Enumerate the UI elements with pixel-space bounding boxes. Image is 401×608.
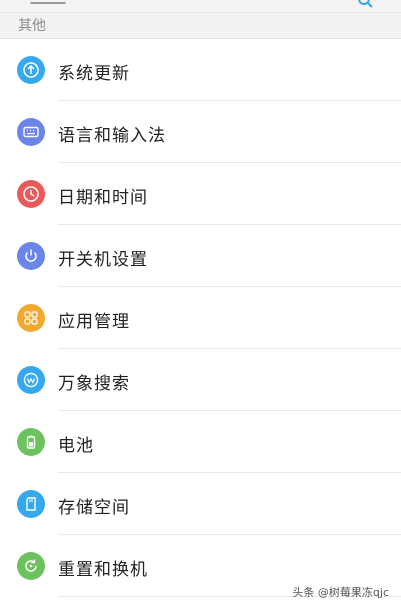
top-search-bar[interactable] bbox=[0, 0, 401, 13]
section-header-other: 其他 bbox=[0, 13, 401, 39]
settings-item-power-schedule[interactable]: 开关机设置 bbox=[0, 225, 401, 287]
settings-list: 系统更新 语言和输入法 日期和时间 开关机设置 应用管理 万象搜索 电池 存储空… bbox=[0, 39, 401, 597]
settings-item-label: 开关机设置 bbox=[58, 250, 148, 270]
settings-item-app-management[interactable]: 应用管理 bbox=[0, 287, 401, 349]
settings-item-global-search[interactable]: 万象搜索 bbox=[0, 349, 401, 411]
settings-item-label: 日期和时间 bbox=[58, 188, 148, 208]
reset-icon bbox=[17, 552, 45, 580]
settings-item-label: 应用管理 bbox=[58, 312, 130, 332]
watermark: 头条 @树莓果冻qjc bbox=[292, 586, 389, 599]
search-icon[interactable] bbox=[357, 0, 373, 8]
update-arrow-icon bbox=[17, 56, 45, 84]
clock-icon bbox=[17, 180, 45, 208]
settings-item-label: 万象搜索 bbox=[58, 374, 130, 394]
battery-icon bbox=[17, 428, 45, 456]
settings-item-label: 存储空间 bbox=[58, 498, 130, 518]
settings-item-storage[interactable]: 存储空间 bbox=[0, 473, 401, 535]
grid-icon bbox=[17, 304, 45, 332]
globe-search-icon bbox=[17, 366, 45, 394]
settings-item-label: 重置和换机 bbox=[58, 560, 148, 580]
settings-item-label: 电池 bbox=[58, 436, 94, 456]
power-icon bbox=[17, 242, 45, 270]
settings-item-label: 语言和输入法 bbox=[58, 126, 166, 146]
settings-item-date-time[interactable]: 日期和时间 bbox=[0, 163, 401, 225]
settings-item-system-update[interactable]: 系统更新 bbox=[0, 39, 401, 101]
settings-item-label: 系统更新 bbox=[58, 64, 130, 84]
section-title: 其他 bbox=[18, 18, 46, 34]
search-bar-text bbox=[30, 0, 66, 4]
settings-item-battery[interactable]: 电池 bbox=[0, 411, 401, 473]
sd-card-icon bbox=[17, 490, 45, 518]
keyboard-icon bbox=[17, 118, 45, 146]
settings-item-language-input[interactable]: 语言和输入法 bbox=[0, 101, 401, 163]
